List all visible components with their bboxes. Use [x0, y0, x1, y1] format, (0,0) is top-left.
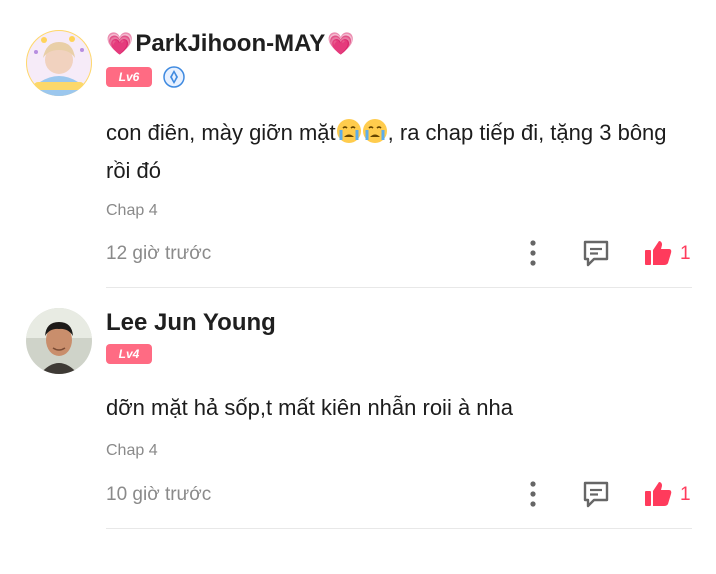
username-text: Lee Jun Young: [106, 309, 276, 336]
comment-text: dỡn mặt hả sốp,t mất kiên nhẫn roii à nh…: [106, 395, 513, 420]
timestamp: 10 giờ trước: [106, 484, 212, 505]
chapter-label[interactable]: Chap 4: [106, 442, 158, 460]
more-icon[interactable]: [522, 479, 544, 509]
comment-item: Lee Jun Young Lv4 dỡn mặt hả sốp,t mất k…: [0, 0, 716, 574]
avatar[interactable]: [26, 308, 92, 374]
reply-icon[interactable]: [581, 479, 611, 509]
username[interactable]: Lee Jun Young: [106, 309, 276, 337]
avatar-image: [26, 308, 92, 374]
like-icon[interactable]: [643, 479, 673, 509]
level-badge: Lv4: [106, 344, 152, 364]
divider: [106, 528, 692, 529]
like-count: 1: [680, 484, 691, 505]
